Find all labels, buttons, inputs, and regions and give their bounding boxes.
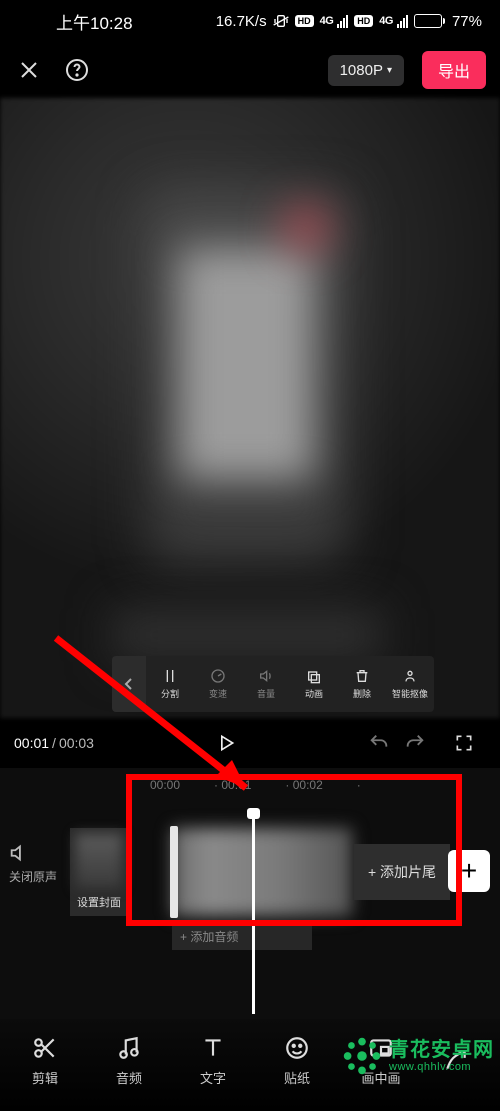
tool-edit[interactable]: 剪辑 (6, 1034, 84, 1087)
ruler-tick: 00:02 (285, 778, 322, 792)
watermark-url: www.qhhlv.com (389, 1061, 494, 1073)
mini-tool-label: 智能抠像 (392, 687, 428, 700)
clip-mini-toolbar: 分割 变速 音量 动画 删除 (112, 656, 434, 712)
tool-label: 剪辑 (32, 1068, 58, 1087)
sticker-icon (284, 1034, 310, 1062)
mute-original-button[interactable]: 关闭原声 (8, 842, 58, 885)
mini-tool-label: 变速 (209, 687, 227, 700)
ruler-tick: 00:00 (150, 778, 180, 792)
tool-label: 音频 (116, 1068, 142, 1087)
mini-tool-animation[interactable]: 动画 (290, 656, 338, 712)
fullscreen-button[interactable] (442, 721, 486, 765)
mini-tool-label: 音量 (257, 687, 275, 700)
close-button[interactable] (14, 55, 44, 85)
resolution-button[interactable]: 1080P ▾ (328, 55, 404, 86)
mini-tool-speed[interactable]: 变速 (194, 656, 242, 712)
net-type-1: 4G (320, 15, 334, 27)
net-type-2: 4G (379, 15, 393, 27)
timeline[interactable]: 00:00 00:01 00:02 · 关闭原声 设置封面 + 添加片尾 + +… (0, 768, 500, 1028)
play-button[interactable] (204, 721, 248, 765)
net-speed: 16.7K/s (216, 13, 267, 30)
status-bar: 上午10:28 16.7K/s HD 4G HD 4G 77% (0, 0, 500, 42)
music-note-icon (116, 1034, 142, 1062)
mini-back-button[interactable] (112, 656, 146, 712)
text-icon (200, 1034, 226, 1062)
speaker-icon (8, 842, 58, 864)
mute-label: 关闭原声 (9, 870, 57, 884)
scissors-icon (32, 1034, 58, 1062)
ruler-tick: 00:01 (214, 778, 251, 792)
site-watermark: 青花安卓网 www.qhhlv.com (339, 1033, 494, 1079)
mini-tool-label: 删除 (353, 687, 371, 700)
export-button[interactable]: 导出 (422, 51, 486, 89)
playhead[interactable] (252, 814, 255, 1014)
mini-tool-cutout[interactable]: 智能抠像 (386, 656, 434, 712)
clip-handle[interactable] (170, 826, 178, 918)
battery-icon (414, 14, 442, 28)
mini-tool-split[interactable]: 分割 (146, 656, 194, 712)
mini-tool-label: 动画 (305, 687, 323, 700)
video-clip[interactable] (172, 828, 352, 916)
preview-blur-shape (112, 608, 382, 662)
status-right: 16.7K/s HD 4G HD 4G 77% (216, 13, 482, 30)
vibrate-icon (273, 13, 289, 29)
time-ruler: 00:00 00:01 00:02 · (0, 774, 500, 796)
mini-tool-delete[interactable]: 删除 (338, 656, 386, 712)
video-preview[interactable]: 分割 变速 音量 动画 删除 (0, 98, 500, 718)
help-button[interactable] (62, 55, 92, 85)
resolution-label: 1080P (340, 62, 383, 79)
trash-icon (354, 668, 370, 684)
animation-icon (306, 668, 322, 684)
add-ending-button[interactable]: + 添加片尾 (354, 844, 450, 900)
watermark-title: 青花安卓网 (389, 1039, 494, 1061)
cover-label: 设置封面 (77, 894, 121, 910)
tool-audio[interactable]: 音频 (90, 1034, 168, 1087)
tracks: 关闭原声 设置封面 + 添加片尾 + + 添加音频 (0, 824, 500, 944)
tool-label: 贴纸 (284, 1068, 310, 1087)
time-total: 00:03 (59, 735, 94, 751)
tool-label: 文字 (200, 1068, 226, 1087)
chevron-down-icon: ▾ (387, 65, 392, 76)
hd-badge-1: HD (295, 15, 314, 27)
undo-button[interactable] (368, 732, 390, 754)
status-time: 上午10:28 (56, 9, 133, 34)
ruler-dot: · (357, 778, 361, 792)
mini-tool-label: 分割 (161, 687, 179, 700)
time-separator: / (52, 735, 56, 751)
battery-pct: 77% (452, 13, 482, 30)
tool-sticker[interactable]: 贴纸 (258, 1034, 336, 1087)
add-clip-button[interactable]: + (448, 850, 490, 892)
time-current: 00:01 (14, 735, 49, 751)
playback-bar: 00:01 / 00:03 (0, 718, 500, 768)
preview-blur-shape (178, 248, 314, 480)
redo-button[interactable] (404, 732, 426, 754)
hd-badge-2: HD (354, 15, 373, 27)
app-top-bar: 1080P ▾ 导出 (0, 42, 500, 98)
add-audio-button[interactable]: + 添加音频 (172, 922, 312, 950)
signal-1 (337, 15, 348, 28)
signal-2 (397, 15, 408, 28)
split-icon (162, 668, 178, 684)
tool-text[interactable]: 文字 (174, 1034, 252, 1087)
person-cutout-icon (402, 668, 418, 684)
preview-blur-shape (286, 208, 326, 248)
volume-icon (258, 668, 274, 684)
speed-icon (210, 668, 226, 684)
mini-tool-volume[interactable]: 音量 (242, 656, 290, 712)
set-cover-button[interactable]: 设置封面 (70, 828, 128, 916)
watermark-logo-icon (339, 1033, 385, 1079)
